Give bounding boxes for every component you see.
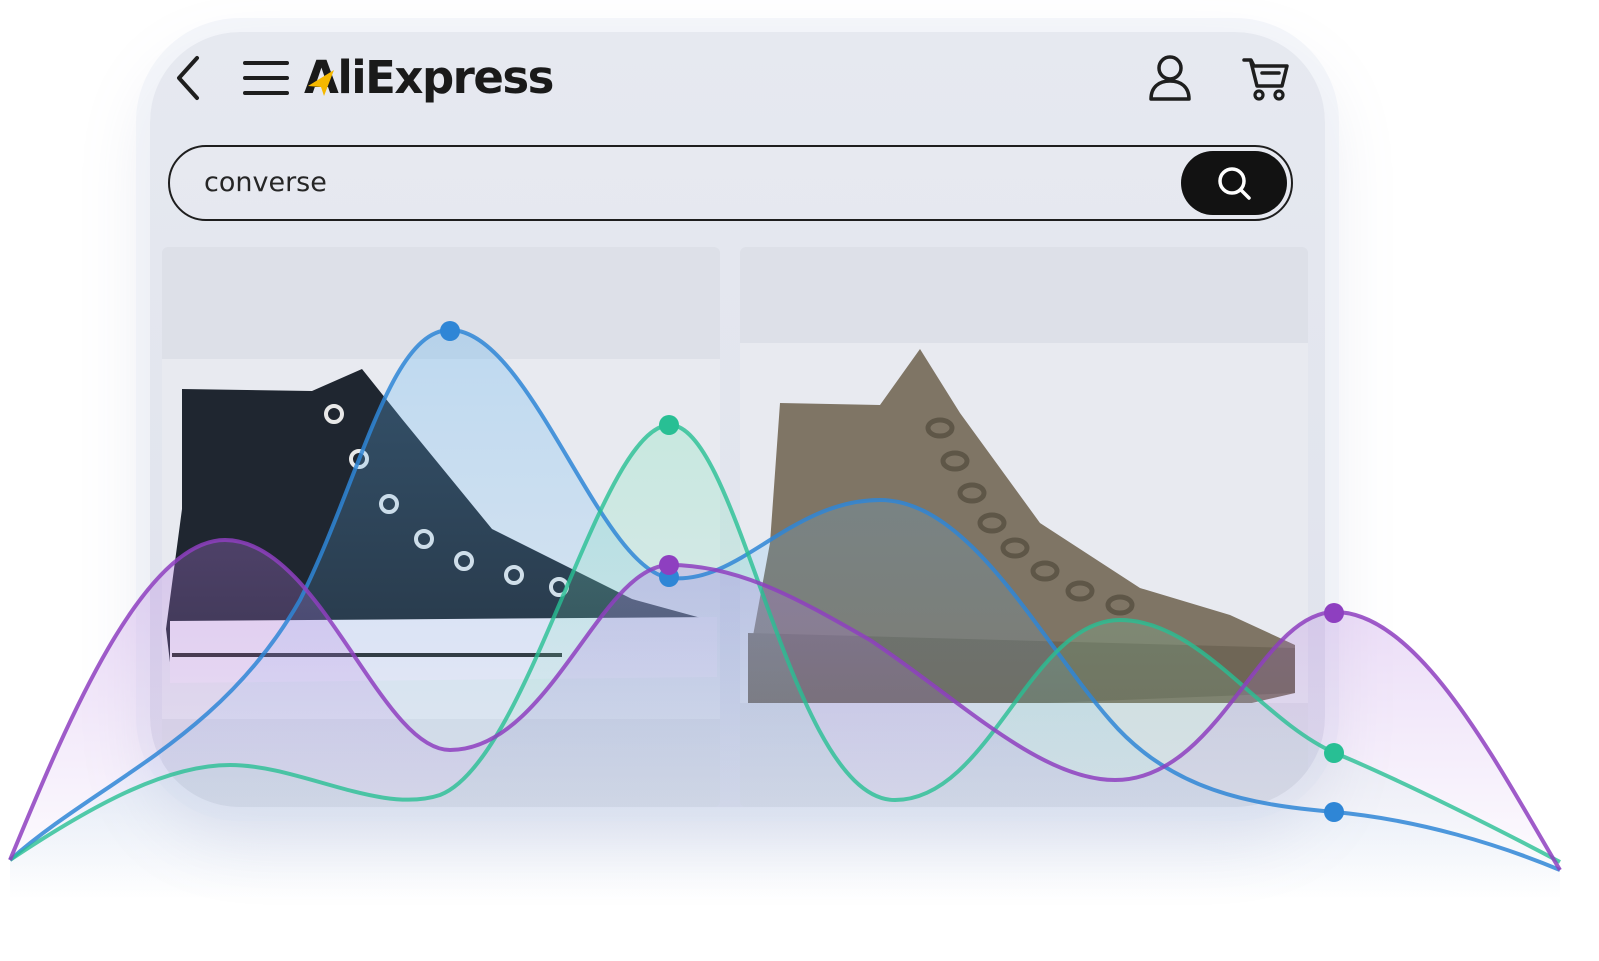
search-input[interactable] xyxy=(204,147,1104,218)
logo-star-icon xyxy=(308,70,334,96)
phone-frame: AliExpress xyxy=(150,32,1325,807)
brand-name: AliExpress xyxy=(304,51,554,104)
green-point xyxy=(1324,743,1344,763)
blue-point xyxy=(1324,802,1344,822)
product-image[interactable] xyxy=(162,359,720,719)
product-card[interactable] xyxy=(740,247,1308,807)
menu-button[interactable] xyxy=(240,54,292,102)
product-card[interactable] xyxy=(162,247,720,807)
account-button[interactable] xyxy=(1142,50,1198,106)
purple-point xyxy=(1324,603,1344,623)
product-image[interactable] xyxy=(740,343,1308,717)
user-icon xyxy=(1149,55,1191,101)
black-sneaker-image xyxy=(166,369,717,683)
shopping-cart-icon xyxy=(1242,58,1289,101)
search-bar xyxy=(168,145,1293,221)
back-button[interactable] xyxy=(164,52,212,104)
chevron-left-icon xyxy=(177,56,199,100)
cart-button[interactable] xyxy=(1238,52,1294,106)
hamburger-menu-icon xyxy=(243,61,289,95)
taupe-sneaker-image xyxy=(748,349,1295,717)
search-button[interactable] xyxy=(1181,151,1287,215)
search-icon xyxy=(1218,167,1251,200)
brand-logo[interactable]: AliExpress xyxy=(304,48,554,108)
